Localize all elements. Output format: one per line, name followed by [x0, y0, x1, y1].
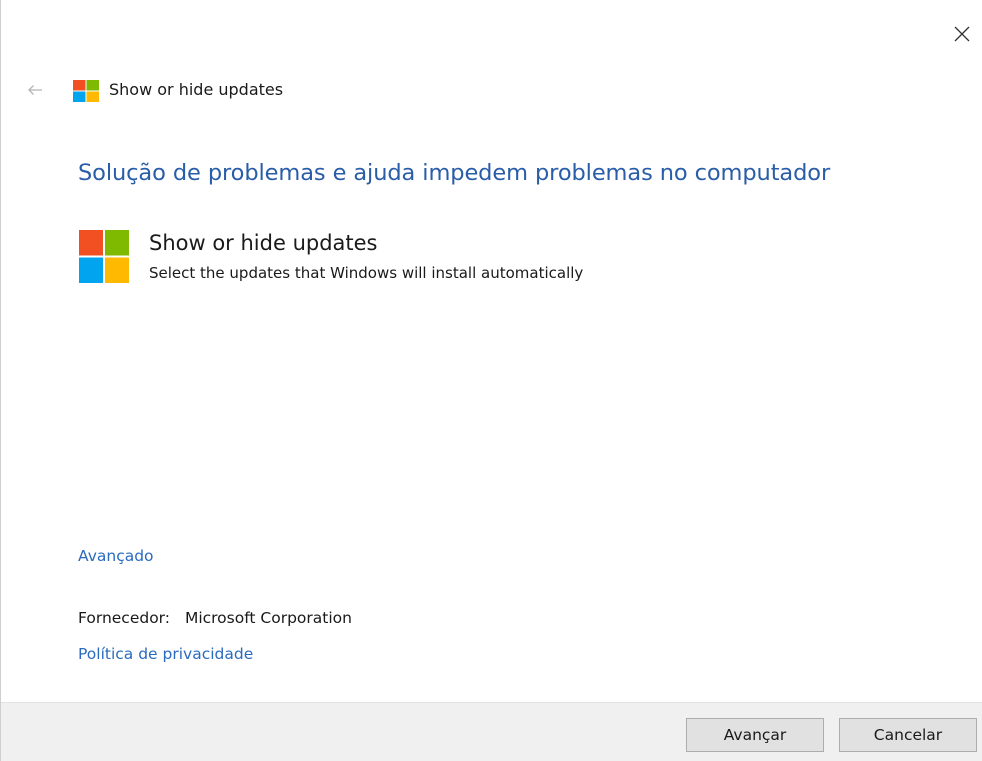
close-button[interactable] [946, 18, 978, 50]
window-title: Show or hide updates [109, 80, 284, 99]
troubleshooter-window: Show or hide updates Solução de problema… [0, 0, 982, 761]
item-title: Show or hide updates [149, 231, 378, 255]
windows-logo-icon [79, 230, 129, 283]
publisher-value: Microsoft Corporation [184, 609, 352, 627]
cancel-button[interactable]: Cancelar [839, 718, 977, 752]
page-heading: Solução de problemas e ajuda impedem pro… [78, 160, 831, 186]
publisher-info: Fornecedor: Microsoft Corporation [78, 609, 352, 627]
advanced-link[interactable]: Avançado [78, 547, 154, 565]
troubleshooter-item: Show or hide updates Select the updates … [79, 230, 779, 286]
publisher-label: Fornecedor: [78, 609, 171, 627]
next-button[interactable]: Avançar [686, 718, 824, 752]
back-arrow-icon [28, 85, 42, 95]
windows-logo-icon [73, 80, 99, 102]
close-icon [954, 26, 970, 42]
privacy-policy-link[interactable]: Política de privacidade [78, 645, 253, 663]
item-description: Select the updates that Windows will ins… [149, 264, 584, 282]
back-button[interactable] [23, 78, 47, 102]
title-bar: Show or hide updates [1, 76, 601, 104]
footer-bar: Avançar Cancelar [1, 702, 982, 761]
